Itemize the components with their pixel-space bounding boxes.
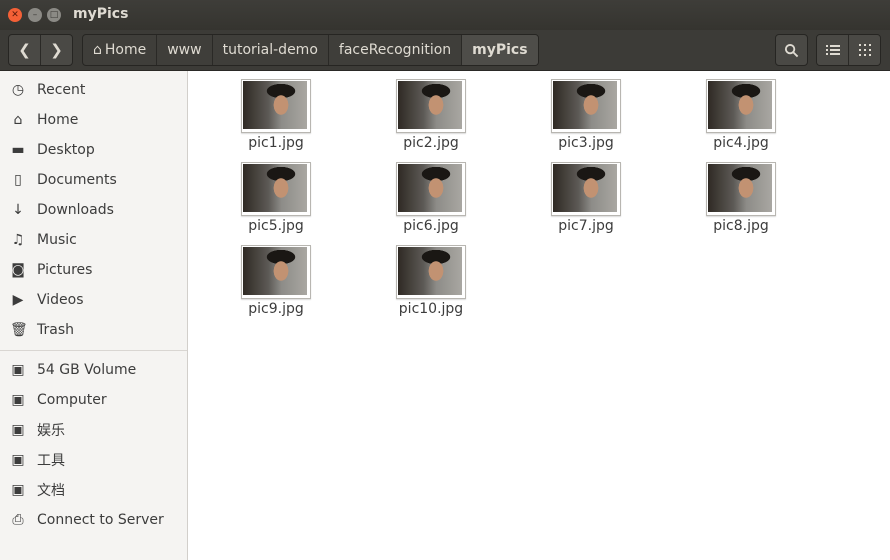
file-grid: pic1.jpg pic2.jpg pic3.jpg pic4.jpg pic5… <box>193 71 890 560</box>
camera-icon: ◙ <box>11 262 25 278</box>
sidebar-item-trash[interactable]: 🗑 Trash <box>0 315 187 345</box>
breadcrumb-www[interactable]: www <box>157 35 213 65</box>
image-thumbnail <box>706 79 776 133</box>
chevron-right-icon: ❯ <box>50 41 63 59</box>
breadcrumb-home[interactable]: ⌂ Home <box>83 35 158 65</box>
sidebar: ◷ Recent ⌂ Home ▬ Desktop ▯ Documents ↓ … <box>0 71 188 560</box>
file-item[interactable]: pic6.jpg <box>371 154 491 234</box>
sidebar-item-connect-to-server[interactable]: ⎙ Connect to Server <box>0 505 187 535</box>
file-name: pic6.jpg <box>403 218 459 234</box>
file-name: pic4.jpg <box>713 135 769 151</box>
sidebar-item-volume-tools[interactable]: ▣ 工具 <box>0 445 187 475</box>
image-thumbnail <box>396 245 466 299</box>
sidebar-item-pictures[interactable]: ◙ Pictures <box>0 255 187 285</box>
document-icon: ▯ <box>14 172 22 188</box>
folder-icon: ▬ <box>11 142 25 158</box>
home-icon: ⌂ <box>13 112 23 128</box>
drive-icon: ▣ <box>11 392 25 408</box>
sidebar-item-computer[interactable]: ▣ Computer <box>0 385 187 415</box>
back-button[interactable]: ❮ <box>9 35 40 65</box>
sidebar-item-videos[interactable]: ▶ Videos <box>0 285 187 315</box>
file-name: pic2.jpg <box>403 135 459 151</box>
sidebar-item-recent[interactable]: ◷ Recent <box>0 75 187 105</box>
file-item[interactable]: pic7.jpg <box>526 154 646 234</box>
sidebar-item-home[interactable]: ⌂ Home <box>0 105 187 135</box>
server-icon: ⎙ <box>12 512 24 528</box>
grid-view-button[interactable] <box>848 35 880 65</box>
sidebar-item-volume-entertainment[interactable]: ▣ 娱乐 <box>0 415 187 445</box>
image-thumbnail <box>396 162 466 216</box>
trash-icon: 🗑 <box>10 322 28 338</box>
drive-icon: ▣ <box>11 452 25 468</box>
file-name: pic8.jpg <box>713 218 769 234</box>
file-item[interactable]: pic10.jpg <box>371 237 491 317</box>
file-item[interactable]: pic8.jpg <box>681 154 801 234</box>
image-thumbnail <box>551 162 621 216</box>
file-name: pic3.jpg <box>558 135 614 151</box>
drive-icon: ▣ <box>11 362 25 378</box>
sidebar-item-desktop[interactable]: ▬ Desktop <box>0 135 187 165</box>
toolbar: ❮ ❯ ⌂ Home www tutorial-demo faceRecogni… <box>0 30 890 71</box>
view-switcher <box>816 34 881 66</box>
file-name: pic7.jpg <box>558 218 614 234</box>
breadcrumb-facerecognition[interactable]: faceRecognition <box>329 35 463 65</box>
list-view-button[interactable] <box>817 35 848 65</box>
music-icon: ♫ <box>11 232 25 248</box>
nav-buttons: ❮ ❯ <box>8 34 73 66</box>
image-thumbnail <box>241 245 311 299</box>
file-item[interactable]: pic3.jpg <box>526 71 646 151</box>
breadcrumb: ⌂ Home www tutorial-demo faceRecognition… <box>82 34 539 66</box>
list-view-icon <box>825 45 840 55</box>
drive-icon: ▣ <box>11 422 25 438</box>
window-title: myPics <box>73 6 129 22</box>
grid-view-icon <box>858 44 871 56</box>
search-icon <box>784 43 799 57</box>
close-window-button[interactable]: ✕ <box>8 8 22 22</box>
chevron-left-icon: ❮ <box>18 41 31 59</box>
file-item[interactable]: pic2.jpg <box>371 71 491 151</box>
clock-icon: ◷ <box>11 82 25 98</box>
image-thumbnail <box>551 79 621 133</box>
file-item[interactable]: pic5.jpg <box>216 154 336 234</box>
file-item[interactable]: pic1.jpg <box>216 71 336 151</box>
image-thumbnail <box>241 79 311 133</box>
breadcrumb-mypics[interactable]: myPics <box>462 35 538 65</box>
image-thumbnail <box>241 162 311 216</box>
sidebar-item-music[interactable]: ♫ Music <box>0 225 187 255</box>
breadcrumb-tutorial-demo[interactable]: tutorial-demo <box>213 35 329 65</box>
maximize-window-button[interactable]: □ <box>47 8 61 22</box>
home-icon: ⌂ <box>93 42 102 58</box>
drive-icon: ▣ <box>11 482 25 498</box>
file-item[interactable]: pic9.jpg <box>216 237 336 317</box>
download-icon: ↓ <box>12 202 24 218</box>
sidebar-item-downloads[interactable]: ↓ Downloads <box>0 195 187 225</box>
sidebar-divider <box>0 350 187 351</box>
file-name: pic5.jpg <box>248 218 304 234</box>
title-bar: ✕ – □ myPics <box>0 0 890 30</box>
sidebar-item-documents[interactable]: ▯ Documents <box>0 165 187 195</box>
search-button[interactable] <box>775 34 808 66</box>
file-name: pic9.jpg <box>248 301 304 317</box>
sidebar-item-volume-documents[interactable]: ▣ 文档 <box>0 475 187 505</box>
forward-button[interactable]: ❯ <box>40 35 72 65</box>
sidebar-item-54gb-volume[interactable]: ▣ 54 GB Volume <box>0 355 187 385</box>
video-icon: ▶ <box>12 292 24 308</box>
image-thumbnail <box>706 162 776 216</box>
image-thumbnail <box>396 79 466 133</box>
file-item[interactable]: pic4.jpg <box>681 71 801 151</box>
file-name: pic10.jpg <box>398 301 464 317</box>
minimize-window-button[interactable]: – <box>28 8 42 22</box>
file-name: pic1.jpg <box>248 135 304 151</box>
